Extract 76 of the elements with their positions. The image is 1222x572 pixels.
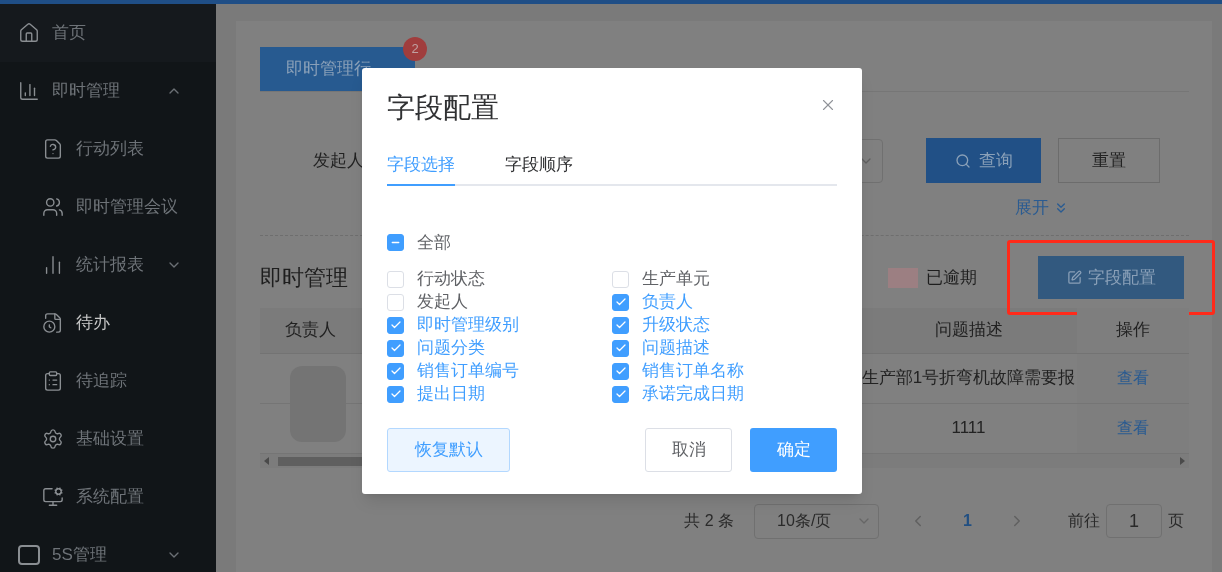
edit-icon: [1066, 270, 1082, 285]
menu-item[interactable]: 即时管理: [0, 62, 216, 120]
table-cell-text: 生产部1号折弯机故障需要报: [860, 367, 1077, 390]
tab[interactable]: 字段顺序: [505, 146, 573, 186]
dialog-title: 字段配置: [387, 91, 499, 125]
checkbox-label: 即时管理级别: [417, 315, 519, 335]
check-icon: [389, 365, 402, 377]
submenu-item[interactable]: 行动列表: [0, 120, 216, 178]
menu-icon: [42, 370, 64, 392]
menu-icon: [42, 196, 64, 218]
checkbox-label: 问题分类: [417, 338, 485, 358]
legend-label: 已逾期: [926, 266, 977, 289]
check-icon: [614, 365, 627, 377]
check-icon: [614, 296, 627, 308]
submenu-item[interactable]: 基础设置: [0, 410, 216, 468]
search-icon: [954, 152, 971, 169]
checkbox-label: 负责人: [642, 292, 693, 312]
box-icon: [18, 545, 40, 565]
menu-icon: [18, 22, 40, 44]
checkbox-label: 升级状态: [642, 315, 710, 335]
search-button[interactable]: 查询: [926, 138, 1041, 183]
check-icon: [389, 342, 402, 354]
checkbox[interactable]: [612, 362, 629, 380]
checkbox[interactable]: [612, 385, 629, 403]
menu-icon: [18, 80, 40, 102]
checkbox-label: 生产单元: [642, 269, 710, 289]
check-icon: [389, 388, 402, 400]
list-title: 即时管理: [260, 264, 348, 292]
checkbox[interactable]: [387, 385, 404, 403]
menu-icon: [42, 138, 64, 160]
checkbox-label: 行动状态: [417, 269, 485, 289]
submenu-item[interactable]: 待追踪: [0, 352, 216, 410]
submenu-item[interactable]: 统计报表: [0, 236, 216, 294]
checkbox[interactable]: [612, 293, 629, 311]
reset-button[interactable]: 重置: [1058, 138, 1160, 183]
column-header: 问题描述: [933, 319, 1004, 342]
goto-label: 前往: [1068, 511, 1100, 531]
checkbox[interactable]: [387, 362, 404, 380]
table-cell-text: 1111: [950, 417, 987, 440]
checkbox[interactable]: [387, 316, 404, 334]
field-config-button[interactable]: 字段配置: [1038, 256, 1184, 299]
menu-icon: [42, 486, 64, 508]
column-header: 负责人: [283, 319, 337, 342]
count-badge: 2: [403, 37, 427, 61]
checkbox-label: 销售订单名称: [642, 361, 744, 381]
submenu-item[interactable]: 待办: [0, 294, 216, 352]
check-icon: [389, 319, 402, 331]
checkbox-label: 提出日期: [417, 384, 485, 404]
menu-item[interactable]: 5S管理: [0, 526, 216, 572]
restore-default-button[interactable]: 恢复默认: [387, 427, 510, 472]
check-icon: [614, 388, 627, 400]
menu-icon: [42, 428, 64, 450]
checkbox[interactable]: [612, 339, 629, 357]
submenu-item[interactable]: 即时管理会议: [0, 178, 216, 236]
page-number[interactable]: 1: [963, 509, 972, 533]
cancel-button[interactable]: 取消: [645, 427, 732, 472]
checkbox-label: 全部: [417, 232, 451, 254]
menu-icon: [42, 312, 64, 334]
check-icon: [614, 342, 627, 354]
checkbox[interactable]: [387, 339, 404, 357]
checkbox-label: 问题描述: [642, 338, 710, 358]
checkbox-label: 发起人: [417, 292, 468, 312]
page-input[interactable]: 1: [1106, 504, 1162, 538]
checkbox[interactable]: [387, 234, 404, 252]
tab[interactable]: 字段选择: [387, 146, 455, 186]
page-size-select[interactable]: 10条/页: [754, 503, 880, 539]
total-count: 共 2 条: [684, 511, 735, 531]
checkbox-label: 承诺完成日期: [642, 384, 744, 404]
goto-suffix: 页: [1168, 511, 1184, 531]
submenu-item[interactable]: 系统配置: [0, 468, 216, 526]
confirm-button[interactable]: 确定: [750, 427, 837, 472]
check-icon: [614, 319, 627, 331]
filter-label: 发起人: [313, 149, 364, 172]
menu-item[interactable]: 首页: [0, 4, 216, 62]
checkbox[interactable]: [612, 316, 629, 334]
checkbox-label: 销售订单编号: [417, 361, 519, 381]
